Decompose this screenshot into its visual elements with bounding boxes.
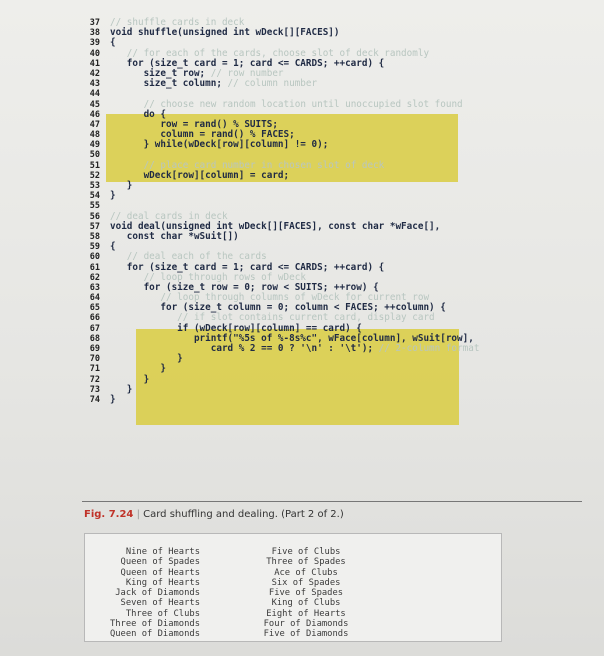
- output-line: Seven of Hearts: [120, 598, 200, 609]
- line-number: 49: [89, 140, 100, 151]
- line-number: 51: [89, 160, 100, 171]
- output-column-left: Nine of Hearts Queen of Spades Queen of He…: [100, 547, 200, 640]
- output-line: Four of Diamonds: [263, 619, 349, 630]
- code-comment: // column number: [227, 78, 318, 90]
- line-number: 43: [89, 79, 100, 90]
- line-number: 63: [89, 282, 100, 293]
- line-number: 57: [89, 221, 100, 232]
- line-number: 59: [89, 242, 100, 253]
- output-column-right: Five of Clubs Three of Spades Ace of Clubs…: [262, 547, 350, 640]
- line-number: 37: [89, 18, 100, 28]
- line-number: 42: [89, 68, 100, 79]
- output-line: Nine of Hearts: [125, 547, 200, 557]
- line-number: 73: [89, 384, 100, 395]
- code-listing: 37// shuffle cards in deck 38 void shuffle…: [80, 17, 580, 405]
- line-number: 72: [89, 374, 100, 385]
- line-number: 67: [89, 323, 100, 334]
- line-number: 54: [89, 191, 100, 202]
- code-statement: wDeck[row][column] = card;: [110, 169, 290, 181]
- output-line: King of Clubs: [271, 598, 341, 609]
- code-statement: size_t column;: [110, 78, 228, 90]
- output-line: Three of Diamonds: [109, 619, 200, 630]
- line-number: 47: [89, 119, 100, 130]
- code-line: 52 wDeck[row][column] = card;: [80, 169, 580, 181]
- code-statement: } while(wDeck[row][column] != 0);: [110, 139, 329, 151]
- code-text: size_t column; // column number: [110, 78, 318, 90]
- line-number: 55: [89, 201, 100, 212]
- output-line: Three of Spades: [266, 557, 346, 568]
- line-number: 50: [89, 150, 100, 161]
- line-number: 66: [89, 313, 100, 324]
- code-text: void shuffle(unsigned int wDeck[][FACES]…: [110, 28, 340, 38]
- code-statement: }: [110, 190, 116, 202]
- code-line: 73 }: [80, 384, 580, 395]
- code-text: } while(wDeck[row][column] != 0);: [110, 139, 329, 151]
- code-line: 38 void shuffle(unsigned int wDeck[][FACE…: [80, 28, 580, 39]
- code-text: }: [110, 191, 116, 201]
- caption-divider: [82, 501, 582, 502]
- line-number: 71: [89, 364, 100, 375]
- figure-caption: Fig. 7.24 | Card shuffling and dealing. …: [84, 509, 344, 520]
- textbook-page: 37// shuffle cards in deck 38 void shuffle…: [0, 0, 604, 656]
- output-line: Queen of Diamonds: [109, 629, 200, 640]
- line-number: 52: [89, 170, 100, 181]
- code-line: 58 const char *wSuit[]): [80, 230, 580, 242]
- line-number: 46: [89, 109, 100, 120]
- code-statement: void shuffle(unsigned int wDeck[][FACES]…: [110, 27, 340, 39]
- output-line: King of Hearts: [125, 577, 200, 588]
- line-number: 61: [89, 262, 100, 273]
- output-line: Five of Clubs: [271, 547, 341, 557]
- code-comment: // choose new random location until unoc…: [143, 98, 463, 110]
- code-text: wDeck[row][column] = card;: [110, 169, 290, 181]
- output-line: Eight of Hearts: [266, 608, 346, 619]
- line-number: 60: [89, 252, 100, 263]
- code-statement: const char *wSuit[]): [110, 230, 239, 242]
- line-number: 74: [89, 394, 100, 405]
- line-number: 41: [89, 58, 100, 69]
- code-line: 49 } while(wDeck[row][column] != 0);: [80, 139, 580, 151]
- code-text: const char *wSuit[]): [110, 230, 239, 242]
- code-line: 54}: [80, 191, 580, 202]
- output-line: Queen of Spades: [120, 557, 200, 568]
- code-comment: // 2-column format: [378, 343, 480, 354]
- figure-number: Fig. 7.24: [84, 509, 134, 520]
- line-number: 64: [89, 293, 100, 304]
- code-line: 74}: [80, 393, 580, 405]
- caption-text: Card shuffling and dealing. (Part 2 of 2…: [143, 509, 344, 520]
- output-line: Queen of Hearts: [120, 567, 200, 578]
- line-number: 62: [89, 272, 100, 283]
- line-number: 70: [89, 354, 100, 365]
- code-statement: }: [110, 393, 116, 405]
- output-line: Three of Clubs: [125, 608, 200, 619]
- line-number: 45: [89, 99, 100, 110]
- code-text: }: [110, 393, 116, 405]
- line-number: 38: [89, 28, 100, 39]
- line-number: 65: [89, 303, 100, 314]
- line-number: 39: [89, 38, 100, 49]
- line-number: 53: [89, 181, 100, 191]
- line-number: 48: [89, 130, 100, 141]
- code-line: 43 size_t column; // column number: [80, 78, 580, 90]
- output-line: Five of Diamonds: [263, 629, 349, 640]
- line-number: 58: [89, 231, 100, 242]
- output-line: Ace of Clubs: [274, 567, 338, 578]
- code-line: 53 }: [80, 180, 580, 191]
- line-number: 44: [89, 89, 100, 100]
- output-line: Six of Spades: [271, 577, 341, 588]
- line-number: 69: [89, 344, 100, 354]
- code-line: 72 }: [80, 374, 580, 385]
- line-number: 68: [89, 333, 100, 344]
- line-number: 56: [89, 211, 100, 222]
- code-line: 71 }: [80, 364, 580, 375]
- output-line: Five of Spades: [268, 588, 344, 599]
- output-line: Jack of Diamonds: [115, 588, 200, 599]
- line-number: 40: [89, 48, 100, 59]
- program-output-box: Nine of Hearts Queen of Spades Queen of He…: [84, 533, 502, 642]
